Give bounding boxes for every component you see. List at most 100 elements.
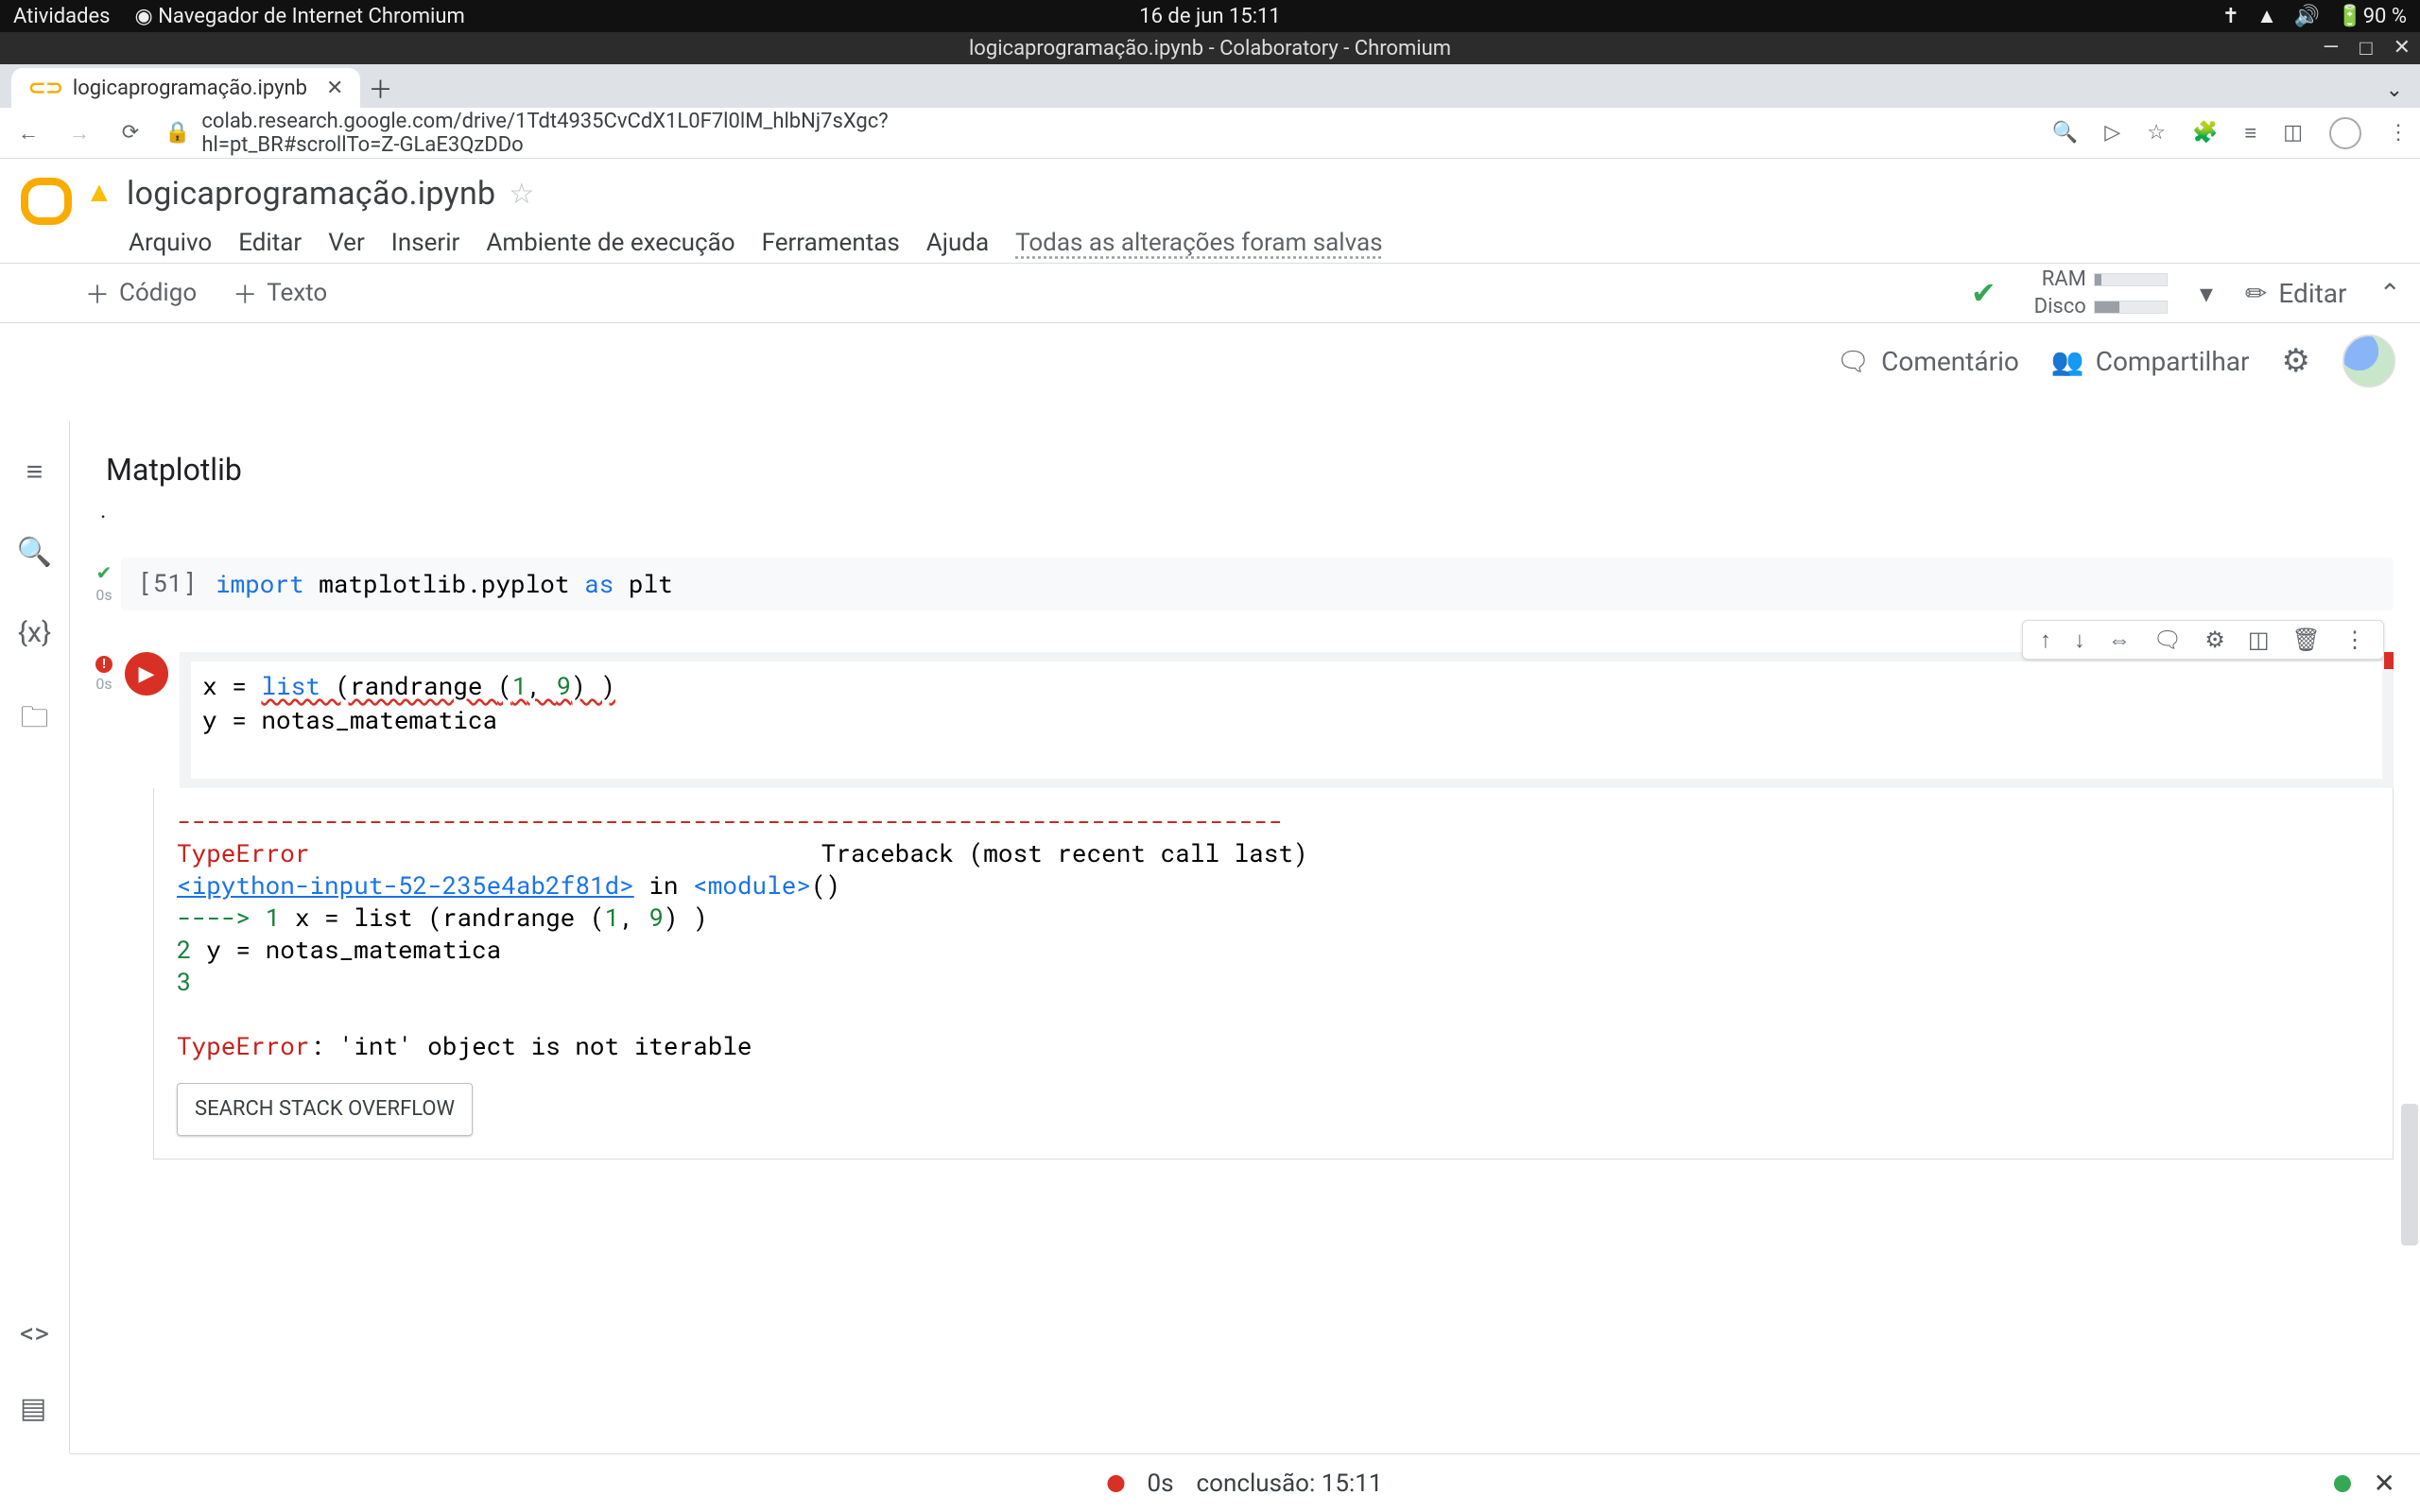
status-close-button[interactable]: ✕ — [2374, 1468, 2395, 1499]
nav-back-button[interactable]: ← — [11, 121, 45, 146]
colab-logo-icon[interactable] — [21, 168, 72, 219]
reading-list-icon[interactable]: ≡ — [2244, 121, 2256, 146]
link-cell-button[interactable]: ⇔ — [2108, 627, 2131, 654]
new-tab-button[interactable]: ＋ — [360, 68, 400, 108]
nav-reload-button[interactable]: ⟳ — [113, 121, 147, 145]
minimap-error-marker — [2384, 652, 2394, 669]
volume-icon[interactable]: 🔊 — [2294, 5, 2320, 28]
files-icon[interactable]: 🗀 — [21, 696, 49, 745]
code-snippets-icon[interactable]: <> — [20, 1317, 49, 1350]
ram-label: RAM — [2042, 267, 2086, 291]
code-token: import — [216, 568, 304, 600]
cell-error-icon: ! — [95, 656, 112, 673]
status-completion: conclusão: 15:11 — [1197, 1469, 1383, 1498]
comment-button[interactable]: 🗨Comentário — [1837, 346, 2019, 377]
cell-output: ----------------------------------------… — [153, 788, 2394, 1160]
window-maximize-button[interactable]: □ — [2360, 36, 2372, 60]
move-up-button[interactable]: ↑ — [2040, 627, 2051, 654]
move-down-button[interactable]: ↓ — [2074, 627, 2085, 654]
settings-gear-icon[interactable]: ⚙ — [2282, 342, 2310, 380]
battery-percent: 90 % — [2363, 5, 2407, 28]
cell-duration: 0s — [95, 586, 112, 604]
terminal-icon[interactable]: ▤ — [20, 1392, 49, 1425]
clock-datetime[interactable]: 16 de jun 15:11 — [1139, 5, 1281, 28]
people-icon: 👥 — [2051, 346, 2084, 377]
tab-close-button[interactable]: ✕ — [326, 77, 343, 100]
scrollbar-thumb[interactable] — [2401, 1104, 2418, 1246]
share-button[interactable]: 👥Compartilhar — [2051, 346, 2250, 377]
nav-forward-button[interactable]: → — [62, 121, 96, 146]
cell-more-button[interactable]: ⋮ — [2343, 627, 2366, 653]
network-icon[interactable]: ▲ — [2256, 4, 2277, 28]
cell-toolbar: ↑ ↓ ⇔ 🗨 ⚙ ◫ 🗑 ⋮ — [2022, 620, 2384, 660]
send-icon[interactable]: ▷ — [2104, 121, 2120, 145]
runtime-dropdown-button[interactable]: ▾ — [2200, 278, 2213, 309]
section-header[interactable]: Matplotlib — [106, 452, 2394, 488]
code-cell-active[interactable]: x = list (randrange (1, 9) ) y = notas_m… — [180, 652, 2394, 788]
disco-meter — [2094, 301, 2168, 314]
zoom-icon[interactable]: 🔍 — [2052, 121, 2078, 145]
star-button[interactable]: ☆ — [509, 178, 534, 211]
menu-ferramentas[interactable]: Ferramentas — [762, 229, 900, 257]
window-close-button[interactable]: ✕ — [2394, 36, 2411, 60]
plus-icon: ＋ — [85, 276, 110, 311]
cell-settings-button[interactable]: ⚙ — [2204, 627, 2225, 653]
browser-tab-active[interactable]: ⊂⊃ logicaprogramação.ipynb ✕ — [11, 68, 360, 108]
variables-icon[interactable]: {x} — [18, 616, 51, 649]
menu-inserir[interactable]: Inserir — [391, 229, 460, 257]
tabstrip-dropdown-button[interactable]: ⌄ — [2386, 78, 2409, 108]
side-panel-icon[interactable]: ◫ — [2283, 121, 2303, 145]
run-cell-button[interactable] — [125, 652, 168, 696]
accessibility-icon[interactable]: ✝ — [2222, 5, 2239, 28]
battery-icon[interactable]: 🔋90 % — [2337, 5, 2407, 28]
collapse-section-button[interactable]: ⌃ — [2379, 278, 2401, 309]
app-menu-label[interactable]: ◉ Navegador de Internet Chromium — [135, 5, 465, 28]
folded-cell-marker[interactable]: . — [100, 497, 2394, 535]
plus-icon: ＋ — [233, 276, 257, 311]
menu-editar[interactable]: Editar — [238, 229, 302, 257]
status-ok-dot — [2334, 1475, 2351, 1492]
mirror-cell-button[interactable]: ◫ — [2248, 627, 2270, 653]
resource-meter[interactable]: RAM Disco — [2034, 267, 2168, 318]
window-title: logicaprogramação.ipynb - Colaboratory -… — [969, 37, 1451, 60]
comment-cell-button[interactable]: 🗨 — [2153, 627, 2182, 653]
user-avatar[interactable] — [2342, 335, 2395, 387]
extensions-icon[interactable]: 🧩 — [2192, 121, 2218, 145]
lock-icon[interactable]: 🔒 — [164, 121, 190, 145]
delete-cell-button[interactable]: 🗑 — [2292, 627, 2321, 653]
code-cell[interactable]: [51] import matplotlib.pyplot as plt — [121, 558, 2394, 610]
tab-title: logicaprogramação.ipynb — [73, 77, 307, 100]
disco-label: Disco — [2034, 295, 2086, 318]
menu-ver[interactable]: Ver — [328, 229, 365, 257]
status-error-dot — [1108, 1475, 1125, 1492]
menu-ambiente[interactable]: Ambiente de execução — [486, 229, 735, 257]
activities-button[interactable]: Atividades — [13, 5, 111, 28]
add-code-cell-button[interactable]: ＋Código — [85, 276, 197, 311]
menu-arquivo[interactable]: Arquivo — [129, 229, 212, 257]
add-text-cell-button[interactable]: ＋Texto — [233, 276, 327, 311]
menu-ajuda[interactable]: Ajuda — [926, 229, 989, 257]
error-name-final: TypeError — [177, 1030, 309, 1062]
drive-icon — [85, 181, 113, 206]
bookmark-icon[interactable]: ☆ — [2147, 121, 2166, 145]
edit-mode-button[interactable]: ✏Editar — [2245, 278, 2347, 309]
profile-avatar-button[interactable] — [2329, 117, 2361, 149]
search-stack-overflow-button[interactable]: SEARCH STACK OVERFLOW — [177, 1083, 473, 1136]
connected-check-icon: ✔ — [1971, 275, 1996, 311]
pencil-icon: ✏ — [2245, 278, 2267, 309]
search-icon[interactable]: 🔍 — [17, 536, 52, 569]
chrome-menu-button[interactable]: ⋮ — [2388, 121, 2409, 145]
urlbar[interactable]: colab.research.google.com/drive/1Tdt4935… — [201, 110, 1034, 157]
cell-prompt: [51] — [138, 567, 204, 601]
toc-icon[interactable]: ≡ — [26, 455, 43, 489]
cell-success-icon: ✔ — [96, 561, 112, 584]
colab-favicon-icon: ⊂⊃ — [28, 77, 63, 100]
ram-meter — [2094, 273, 2168, 286]
traceback-label: Traceback (most recent call last) — [821, 837, 1308, 869]
document-title[interactable]: logicaprogramação.ipynb — [127, 175, 495, 213]
chromium-icon: ◉ — [135, 5, 159, 28]
window-minimize-button[interactable]: — — [2323, 36, 2339, 60]
comment-icon: 🗨 — [1837, 346, 1871, 377]
status-duration: 0s — [1148, 1469, 1174, 1498]
traceback-frame-link[interactable]: <ipython-input-52-235e4ab2f81d> — [177, 869, 634, 902]
